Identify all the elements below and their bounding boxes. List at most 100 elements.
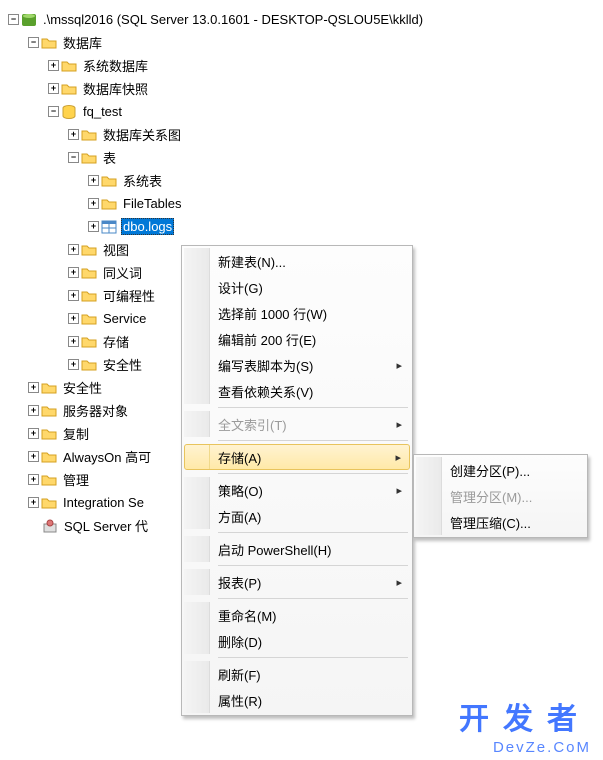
folder-icon: [81, 242, 97, 258]
collapse-icon[interactable]: −: [48, 106, 59, 117]
expand-icon[interactable]: +: [68, 336, 79, 347]
menu-separator: [218, 473, 408, 474]
folder-icon: [41, 403, 57, 419]
watermark-url: DevZe.CoM: [493, 739, 591, 756]
security-label: 安全性: [61, 377, 104, 398]
submenu-create-partition[interactable]: 创建分区(P)...: [416, 457, 585, 483]
folder-icon: [101, 196, 117, 212]
databases-label: 数据库: [61, 32, 104, 53]
submenu-manage-partition: 管理分区(M)...: [416, 483, 585, 509]
snapshot-label: 数据库快照: [81, 78, 150, 99]
folder-icon: [41, 495, 57, 511]
folder-icon: [81, 311, 97, 327]
folder-icon: [81, 334, 97, 350]
agent-icon: [42, 518, 58, 534]
synonyms-label: 同义词: [101, 262, 144, 283]
collapse-icon[interactable]: −: [28, 37, 39, 48]
menu-view-dependencies[interactable]: 查看依赖关系(V): [184, 378, 410, 404]
expand-icon[interactable]: +: [68, 244, 79, 255]
expand-icon[interactable]: +: [48, 83, 59, 94]
context-menu: 新建表(N)... 设计(G) 选择前 1000 行(W) 编辑前 200 行(…: [181, 245, 413, 716]
expand-icon[interactable]: +: [68, 290, 79, 301]
folder-icon: [41, 449, 57, 465]
menu-refresh[interactable]: 刷新(F): [184, 661, 410, 687]
menu-separator: [218, 565, 408, 566]
menu-storage[interactable]: 存储(A): [184, 444, 410, 470]
views-label: 视图: [101, 239, 131, 260]
expand-icon[interactable]: +: [88, 221, 99, 232]
folder-icon: [61, 58, 77, 74]
collapse-icon[interactable]: −: [68, 152, 79, 163]
expand-icon[interactable]: +: [68, 267, 79, 278]
tree-filetables[interactable]: + FileTables: [6, 192, 597, 215]
menu-separator: [218, 440, 408, 441]
tree-fqtest[interactable]: − fq_test: [6, 100, 597, 123]
menu-delete[interactable]: 删除(D): [184, 628, 410, 654]
folder-icon: [41, 35, 57, 51]
menu-powershell[interactable]: 启动 PowerShell(H): [184, 536, 410, 562]
server-label: .\mssql2016 (SQL Server 13.0.1601 - DESK…: [41, 11, 425, 28]
menu-design[interactable]: 设计(G): [184, 274, 410, 300]
diagram-label: 数据库关系图: [101, 124, 183, 145]
watermark-text: 开发者: [459, 694, 591, 738]
alwayson-label: AlwaysOn 高可: [61, 446, 153, 467]
expand-icon[interactable]: +: [28, 382, 39, 393]
submenu-manage-compression[interactable]: 管理压缩(C)...: [416, 509, 585, 535]
menu-fulltext: 全文索引(T): [184, 411, 410, 437]
menu-separator: [218, 532, 408, 533]
agent-label: SQL Server 代: [62, 515, 150, 536]
expand-icon[interactable]: +: [28, 428, 39, 439]
expand-icon[interactable]: +: [68, 359, 79, 370]
menu-script-table[interactable]: 编写表脚本为(S): [184, 352, 410, 378]
folder-icon: [61, 81, 77, 97]
menu-rename[interactable]: 重命名(M): [184, 602, 410, 628]
integration-label: Integration Se: [61, 494, 146, 511]
expand-icon[interactable]: +: [68, 313, 79, 324]
menu-separator: [218, 598, 408, 599]
menu-separator: [218, 657, 408, 658]
tree-snapshot[interactable]: + 数据库快照: [6, 77, 597, 100]
tables-label: 表: [101, 147, 118, 168]
service-label: Service: [101, 310, 148, 327]
tree-systables[interactable]: +系统表: [6, 169, 597, 192]
expand-icon[interactable]: +: [28, 405, 39, 416]
expand-icon[interactable]: +: [28, 451, 39, 462]
menu-reports[interactable]: 报表(P): [184, 569, 410, 595]
menu-properties[interactable]: 属性(R): [184, 687, 410, 713]
expand-icon[interactable]: +: [28, 474, 39, 485]
expand-icon[interactable]: +: [88, 175, 99, 186]
menu-policies[interactable]: 策略(O): [184, 477, 410, 503]
tree-diagram[interactable]: + 数据库关系图: [6, 123, 597, 146]
folder-icon: [81, 150, 97, 166]
tree-root-server[interactable]: − .\mssql2016 (SQL Server 13.0.1601 - DE…: [6, 8, 597, 31]
serverobj-label: 服务器对象: [61, 400, 130, 421]
sysdb-label: 系统数据库: [81, 55, 150, 76]
storage-submenu: 创建分区(P)... 管理分区(M)... 管理压缩(C)...: [413, 454, 588, 538]
folder-icon: [81, 127, 97, 143]
collapse-icon[interactable]: −: [8, 14, 19, 25]
tree-sysdb[interactable]: + 系统数据库: [6, 54, 597, 77]
menu-new-table[interactable]: 新建表(N)...: [184, 248, 410, 274]
management-label: 管理: [61, 469, 91, 490]
filetables-label: FileTables: [121, 195, 184, 212]
fqtest-label: fq_test: [81, 103, 124, 120]
database-icon: [61, 104, 77, 120]
folder-icon: [101, 173, 117, 189]
folder-icon: [41, 380, 57, 396]
folder-icon: [41, 426, 57, 442]
programmability-label: 可编程性: [101, 285, 157, 306]
folder-icon: [41, 472, 57, 488]
dbsecurity-label: 安全性: [101, 354, 144, 375]
tree-tables[interactable]: −表: [6, 146, 597, 169]
expand-icon[interactable]: +: [28, 497, 39, 508]
menu-edit-200[interactable]: 编辑前 200 行(E): [184, 326, 410, 352]
expand-icon[interactable]: +: [68, 129, 79, 140]
tree-dbo-logs[interactable]: +dbo.logs: [6, 215, 597, 238]
storage-label: 存储: [101, 331, 131, 352]
menu-facets[interactable]: 方面(A): [184, 503, 410, 529]
menu-select-1000[interactable]: 选择前 1000 行(W): [184, 300, 410, 326]
tree-databases[interactable]: − 数据库: [6, 31, 597, 54]
expand-icon[interactable]: +: [48, 60, 59, 71]
expand-icon[interactable]: +: [88, 198, 99, 209]
folder-icon: [81, 288, 97, 304]
